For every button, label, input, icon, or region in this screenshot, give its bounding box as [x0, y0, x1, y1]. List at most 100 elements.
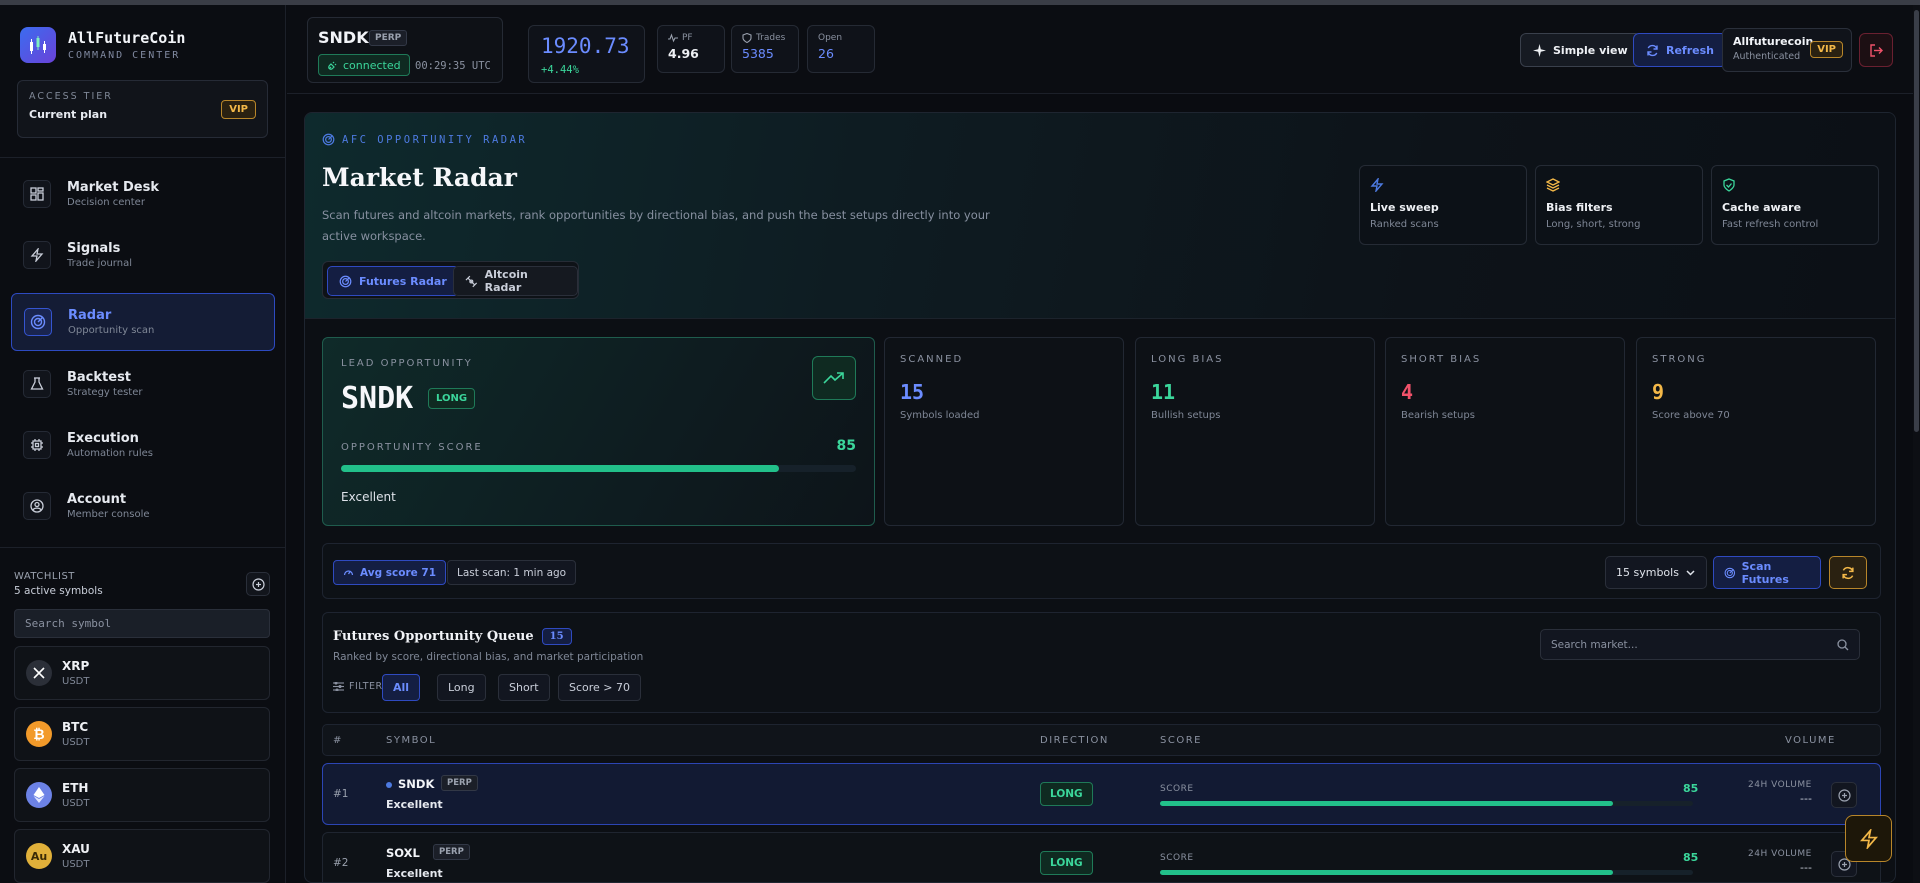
symbols-count-select[interactable]: 15 symbols [1605, 556, 1707, 589]
sidebar-divider [0, 547, 286, 548]
gold-icon: Au [26, 843, 52, 869]
sidebar-divider [0, 157, 286, 158]
scrollbar-thumb[interactable] [1914, 10, 1919, 432]
scan-futures-button[interactable]: Scan Futures [1713, 556, 1821, 589]
row-market-badge: PERP [433, 844, 470, 860]
table-header: # SYMBOL DIRECTION SCORE VOLUME [322, 724, 1881, 756]
search-icon [1837, 638, 1849, 650]
table-row[interactable]: #1 SNDK PERP Excellent LONG SCORE 85 24H… [322, 763, 1881, 825]
row-rank: #2 [333, 857, 349, 869]
satellite-icon [465, 275, 478, 287]
hero-section: AFC OPPORTUNITY RADAR Market Radar Scan … [305, 113, 1895, 319]
watchlist-item-xau[interactable]: Au XAU USDT [14, 829, 270, 883]
sidebar-item-execution[interactable]: Execution Automation rules [11, 416, 275, 474]
kpi-sub: Score above 70 [1652, 410, 1730, 421]
watchlist-item-eth[interactable]: ETH USDT [14, 768, 270, 822]
watchlist-item-btc[interactable]: ₿ BTC USDT [14, 707, 270, 761]
lead-direction-badge: LONG [428, 388, 476, 409]
kpi-long-bias: LONG BIAS 11 Bullish setups [1135, 337, 1375, 526]
market-type-badge: PERP [369, 30, 408, 46]
kpi-short-bias: SHORT BIAS 4 Bearish setups [1385, 337, 1625, 526]
lead-opportunity-card[interactable]: LEAD OPPORTUNITY SNDK LONG OPPORTUNITY S… [322, 337, 875, 526]
sidebar-item-backtest[interactable]: Backtest Strategy tester [11, 355, 275, 413]
pulse-icon [668, 33, 678, 43]
radar-tab-switcher: Futures Radar Altcoin Radar [322, 261, 579, 299]
market-search-input[interactable]: Search market... [1540, 629, 1860, 660]
kpi-value: 15 [900, 380, 925, 404]
lightning-icon [1859, 828, 1878, 849]
brand[interactable]: AllFutureCoin COMMAND CENTER [20, 27, 185, 63]
select-value: 15 symbols [1616, 566, 1679, 579]
table-row[interactable]: #2 SOXL PERP Excellent LONG SCORE 85 24H… [322, 832, 1881, 882]
watchlist-search-input[interactable]: Search symbol [14, 609, 270, 638]
rescan-button[interactable] [1829, 556, 1867, 589]
lead-score-bar [341, 465, 856, 472]
add-watchlist-button[interactable] [246, 572, 270, 596]
filter-short[interactable]: Short [498, 674, 550, 701]
refresh-button[interactable]: Refresh [1633, 33, 1727, 67]
row-score-value: 85 [1683, 782, 1699, 795]
stat-label: Trades [756, 33, 786, 43]
sidebar-item-signals[interactable]: Signals Trade journal [11, 226, 275, 284]
sidebar-item-account[interactable]: Account Member console [11, 477, 275, 535]
coin-quote: USDT [62, 676, 90, 687]
active-symbol-card[interactable]: SNDK PERP connected 00:29:35 UTC [307, 17, 503, 83]
plus-circle-icon [1837, 788, 1851, 802]
user-card[interactable]: Allfuturecoin Authenticated VIP [1722, 28, 1852, 72]
xrp-icon [26, 660, 52, 686]
column-direction[interactable]: DIRECTION [1040, 735, 1109, 746]
row-direction-badge: LONG [1040, 851, 1093, 875]
lightning-icon [1370, 176, 1384, 194]
watchlist-title: WATCHLIST [14, 571, 75, 582]
top-header: SNDK PERP connected 00:29:35 UTC 1920.73… [287, 5, 1920, 94]
trending-up-icon [812, 356, 856, 400]
row-symbol: SOXL [386, 846, 420, 860]
nav-label: Account [67, 492, 127, 507]
stat-value: 4.96 [668, 46, 699, 61]
radar-icon [24, 308, 52, 336]
column-score[interactable]: SCORE [1160, 735, 1202, 746]
kpi-label: SHORT BIAS [1401, 354, 1482, 365]
row-score-bar [1160, 870, 1693, 875]
eth-icon [26, 782, 52, 808]
logout-button[interactable] [1859, 33, 1893, 67]
tab-futures-radar[interactable]: Futures Radar [327, 266, 459, 296]
filter-lines-icon [333, 682, 344, 691]
page-scrollbar[interactable] [1913, 5, 1920, 883]
simple-view-button[interactable]: Simple view [1520, 33, 1641, 67]
hero-eyebrow: AFC OPPORTUNITY RADAR [322, 133, 527, 146]
queue-subtitle: Ranked by score, directional bias, and m… [333, 651, 644, 663]
feature-sub: Ranked scans [1370, 219, 1439, 230]
row-direction-badge: LONG [1040, 782, 1093, 806]
filter-long[interactable]: Long [437, 674, 486, 701]
sidebar: AllFutureCoin COMMAND CENTER ACCESS TIER… [0, 5, 286, 883]
column-symbol[interactable]: SYMBOL [386, 735, 436, 746]
radar-icon [339, 275, 352, 287]
connection-status: connected [318, 54, 410, 76]
stat-pf: PF 4.96 [657, 25, 725, 73]
sidebar-item-market-desk[interactable]: Market Desk Decision center [11, 165, 275, 223]
radar-icon [1724, 567, 1736, 578]
feature-sub: Fast refresh control [1722, 219, 1819, 230]
add-to-workspace-button[interactable] [1831, 782, 1857, 808]
nav-sub: Strategy tester [67, 387, 143, 398]
gauge-icon [343, 570, 354, 576]
page-title: Market Radar [322, 163, 517, 192]
quick-action-button[interactable] [1845, 815, 1892, 862]
row-volume-label: 24H VOLUME [1748, 849, 1812, 859]
coin-symbol: XRP [62, 659, 90, 673]
feature-title: Cache aware [1722, 201, 1802, 214]
column-volume[interactable]: VOLUME [1785, 735, 1836, 746]
stat-label: PF [682, 33, 693, 43]
kpi-scanned: SCANNED 15 Symbols loaded [884, 337, 1124, 526]
row-quality: Excellent [386, 867, 443, 880]
filter-all[interactable]: All [382, 674, 421, 701]
filter-score-above-70[interactable]: Score > 70 [558, 674, 642, 701]
hero-description: Scan futures and altcoin markets, rank o… [322, 208, 990, 243]
sidebar-item-radar[interactable]: Radar Opportunity scan [11, 293, 275, 351]
row-rank: #1 [333, 788, 349, 800]
watchlist-item-xrp[interactable]: XRP USDT [14, 646, 270, 700]
utc-clock: 00:29:35 UTC [415, 60, 491, 72]
lead-score-value: 85 [836, 438, 856, 454]
tab-altcoin-radar[interactable]: Altcoin Radar [453, 266, 578, 296]
